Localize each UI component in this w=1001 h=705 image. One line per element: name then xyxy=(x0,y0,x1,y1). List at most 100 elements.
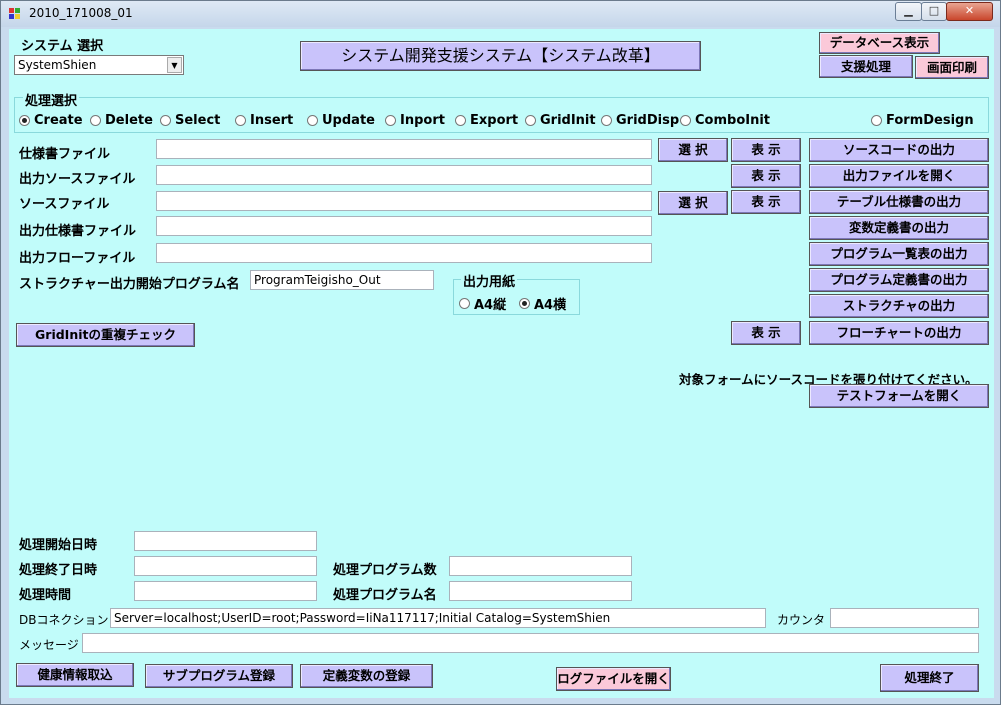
close-button[interactable]: ✕ xyxy=(946,2,993,21)
process-radio-export[interactable]: Export xyxy=(455,113,518,128)
radio-dot[interactable] xyxy=(525,115,536,126)
process-radio-gridinit[interactable]: GridInit xyxy=(525,113,596,128)
process-radio-formdesign[interactable]: FormDesign xyxy=(871,113,974,128)
radio-dot[interactable] xyxy=(871,115,882,126)
radio-dot[interactable] xyxy=(459,298,470,309)
open-output-button[interactable]: 出力ファイルを開く xyxy=(809,164,989,188)
source-select-button[interactable]: 選 択 xyxy=(658,191,728,215)
process-radio-insert[interactable]: Insert xyxy=(235,113,293,128)
structure-input[interactable]: ProgramTeigisho_Out xyxy=(250,270,434,290)
radio-dot[interactable] xyxy=(160,115,171,126)
main-title: システム開発支援システム【システム改革】 xyxy=(300,41,701,71)
chevron-down-icon[interactable]: ▼ xyxy=(167,57,182,73)
process-radio-comboinit[interactable]: ComboInit xyxy=(680,113,770,128)
radio-label: Export xyxy=(470,113,519,128)
paper-radio-0[interactable]: A4縦 xyxy=(459,294,506,313)
radio-dot[interactable] xyxy=(90,115,101,126)
program-name-label: 処理プログラム名 xyxy=(333,588,437,603)
radio-label: Insert xyxy=(250,113,294,128)
system-select-label: システム 選択 xyxy=(21,39,104,54)
radio-label: Inport xyxy=(400,113,445,128)
end-time-label: 処理終了日時 xyxy=(19,563,98,578)
exit-button[interactable]: 処理終了 xyxy=(880,664,979,692)
program-name-input[interactable] xyxy=(449,581,632,601)
process-radio-create[interactable]: Create xyxy=(19,113,83,128)
radio-dot[interactable] xyxy=(680,115,691,126)
radio-label: FormDesign xyxy=(886,113,974,128)
maximize-button[interactable]: □ xyxy=(921,2,947,21)
flowchart-out-button[interactable]: フローチャートの出力 xyxy=(809,321,989,345)
radio-dot[interactable] xyxy=(455,115,466,126)
source-file-input[interactable] xyxy=(156,191,652,211)
radio-label: Update xyxy=(322,113,375,128)
source-file-label: ソースファイル xyxy=(19,197,110,212)
source-show-button[interactable]: 表 示 xyxy=(731,190,801,214)
paper-radio-1[interactable]: A4横 xyxy=(519,294,566,313)
radio-label: GridDisp xyxy=(616,113,680,128)
spec-select-button[interactable]: 選 択 xyxy=(658,138,728,162)
program-list-button[interactable]: プログラム一覧表の出力 xyxy=(809,242,989,266)
message-label: メッセージ xyxy=(19,638,79,652)
app-window: 2010_171008_01 ▁ □ ✕ システム 選択 SystemShien… xyxy=(0,0,1001,705)
paper-group-label: 出力用紙 xyxy=(461,271,518,290)
table-spec-button[interactable]: テーブル仕様書の出力 xyxy=(809,190,989,214)
output-source-input[interactable] xyxy=(156,165,652,185)
radio-dot[interactable] xyxy=(385,115,396,126)
process-radio-griddisp[interactable]: GridDisp xyxy=(601,113,679,128)
source-output-button[interactable]: ソースコードの出力 xyxy=(809,138,989,162)
process-radio-update[interactable]: Update xyxy=(307,113,375,128)
var-def-button[interactable]: 変数定義書の出力 xyxy=(809,216,989,240)
system-select[interactable]: SystemShien ▼ xyxy=(14,55,184,75)
print-button[interactable]: 画面印刷 xyxy=(915,56,989,79)
program-def-button[interactable]: プログラム定義書の出力 xyxy=(809,268,989,292)
process-radio-select[interactable]: Select xyxy=(160,113,220,128)
radio-label: Delete xyxy=(105,113,153,128)
radio-dot[interactable] xyxy=(307,115,318,126)
structure-out-button[interactable]: ストラクチャの出力 xyxy=(809,294,989,318)
start-time-input[interactable] xyxy=(134,531,317,551)
open-log-button[interactable]: ログファイルを開く xyxy=(556,667,671,691)
db-connection-label: DBコネクション xyxy=(19,613,109,627)
app-icon xyxy=(9,8,21,20)
system-select-value: SystemShien xyxy=(18,58,97,72)
output-spec-label: 出力仕様書ファイル xyxy=(19,224,137,239)
program-count-label: 処理プログラム数 xyxy=(333,563,437,578)
radio-dot[interactable] xyxy=(235,115,246,126)
radio-dot[interactable] xyxy=(601,115,612,126)
health-import-button[interactable]: 健康情報取込 xyxy=(16,663,134,687)
db-connection-input[interactable]: Server=localhost;UserID=root;Password=Ii… xyxy=(110,608,766,628)
radio-label: Select xyxy=(175,113,221,128)
spec-file-input[interactable] xyxy=(156,139,652,159)
output-spec-input[interactable] xyxy=(156,216,652,236)
form-client: システム 選択 SystemShien ▼ システム開発支援システム【システム改… xyxy=(9,29,994,698)
counter-label: カウンタ xyxy=(777,613,826,627)
spec-show-button[interactable]: 表 示 xyxy=(731,138,801,162)
output-source-show-button[interactable]: 表 示 xyxy=(731,164,801,188)
elapsed-input[interactable] xyxy=(134,581,317,601)
subprogram-register-button[interactable]: サブプログラム登録 xyxy=(145,664,293,688)
structure-label: ストラクチャー出力開始プログラム名 xyxy=(19,277,240,292)
radio-dot[interactable] xyxy=(519,298,530,309)
elapsed-label: 処理時間 xyxy=(19,588,72,603)
gridinit-check-button[interactable]: GridInitの重複チェック xyxy=(16,323,195,347)
radio-label: A4横 xyxy=(534,298,567,313)
support-button[interactable]: 支援処理 xyxy=(819,55,913,78)
process-radio-inport[interactable]: Inport xyxy=(385,113,445,128)
output-flow-input[interactable] xyxy=(156,243,652,263)
program-count-input[interactable] xyxy=(449,556,632,576)
window-title: 2010_171008_01 xyxy=(29,6,133,20)
message-input[interactable] xyxy=(82,633,979,653)
radio-label: GridInit xyxy=(540,113,596,128)
minimize-button[interactable]: ▁ xyxy=(895,2,922,21)
db-view-button[interactable]: データベース表示 xyxy=(819,32,940,54)
output-source-label: 出力ソースファイル xyxy=(19,172,136,187)
process-radio-delete[interactable]: Delete xyxy=(90,113,153,128)
flowchart-show-button[interactable]: 表 示 xyxy=(731,321,801,345)
counter-input[interactable] xyxy=(830,608,979,628)
radio-label: ComboInit xyxy=(695,113,771,128)
end-time-input[interactable] xyxy=(134,556,317,576)
radio-label: Create xyxy=(34,113,83,128)
open-test-form-button[interactable]: テストフォームを開く xyxy=(809,384,989,408)
radio-dot[interactable] xyxy=(19,115,30,126)
define-var-register-button[interactable]: 定義変数の登録 xyxy=(300,664,433,688)
